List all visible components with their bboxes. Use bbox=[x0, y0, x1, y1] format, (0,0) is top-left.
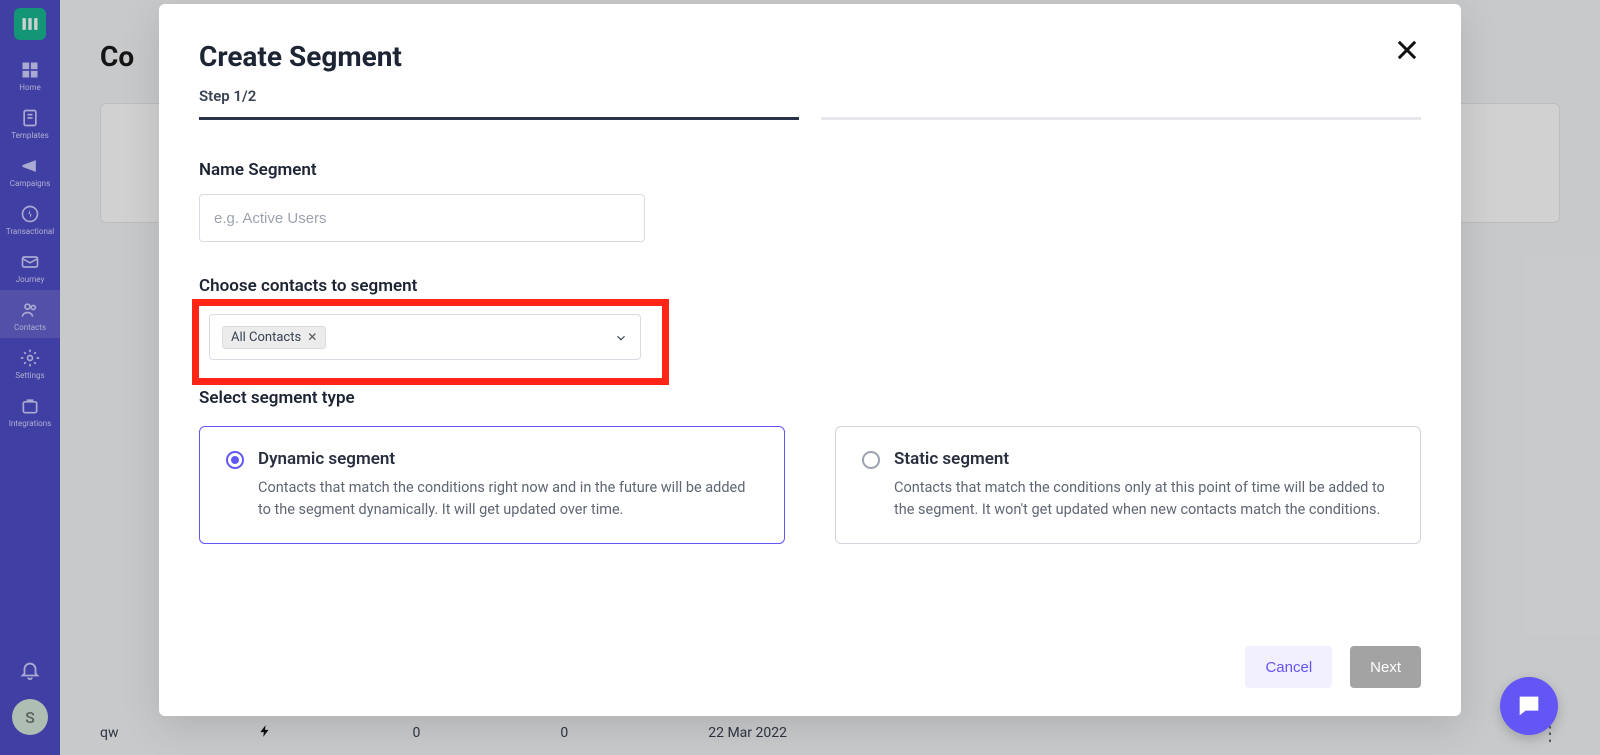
selected-contact-chip: All Contacts ✕ bbox=[222, 326, 326, 349]
chip-remove-icon[interactable]: ✕ bbox=[307, 330, 317, 344]
radio-static[interactable] bbox=[862, 451, 880, 469]
segment-type-dynamic[interactable]: Dynamic segment Contacts that match the … bbox=[199, 426, 785, 544]
progress-bar bbox=[199, 117, 1421, 120]
chip-label: All Contacts bbox=[231, 330, 301, 345]
step-label: Step 1/2 bbox=[199, 87, 1421, 105]
name-segment-label: Name Segment bbox=[199, 160, 1421, 180]
chat-launcher[interactable] bbox=[1500, 677, 1558, 735]
modal-title: Create Segment bbox=[199, 40, 1421, 73]
card-title: Dynamic segment bbox=[258, 449, 758, 469]
card-desc: Contacts that match the conditions only … bbox=[894, 477, 1394, 521]
progress-step-1 bbox=[199, 117, 799, 120]
card-desc: Contacts that match the conditions right… bbox=[258, 477, 758, 521]
next-button[interactable]: Next bbox=[1350, 646, 1421, 688]
radio-dynamic[interactable] bbox=[226, 451, 244, 469]
cancel-button[interactable]: Cancel bbox=[1245, 646, 1332, 688]
contacts-dropdown[interactable]: All Contacts ✕ bbox=[209, 314, 641, 360]
create-segment-modal: Create Segment Step 1/2 Name Segment Cho… bbox=[159, 4, 1461, 716]
segment-type-static[interactable]: Static segment Contacts that match the c… bbox=[835, 426, 1421, 544]
progress-step-2 bbox=[821, 117, 1421, 120]
choose-contacts-label: Choose contacts to segment bbox=[199, 276, 1421, 296]
card-title: Static segment bbox=[894, 449, 1394, 469]
close-button[interactable] bbox=[1393, 36, 1421, 64]
segment-name-input[interactable] bbox=[199, 194, 645, 242]
chevron-down-icon bbox=[614, 330, 628, 344]
segment-type-label: Select segment type bbox=[199, 388, 1421, 408]
